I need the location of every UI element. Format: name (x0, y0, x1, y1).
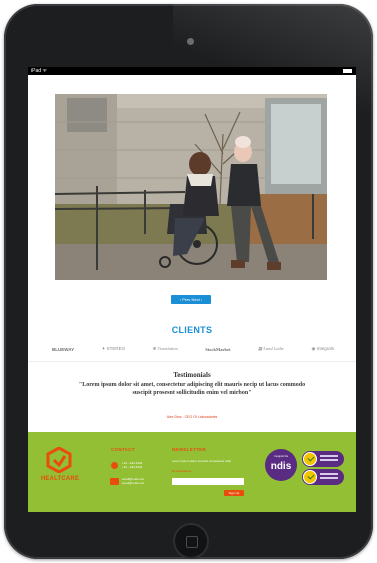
phone-numbers[interactable]: +44 - 444 4444 +44 - 444 4444 (122, 461, 142, 469)
newsletter-heading: NEWSLETTER (172, 447, 206, 452)
carrier-label: iPad ᯤ (31, 68, 47, 74)
certified-seal-icon (303, 470, 317, 484)
screen: iPad ᯤ ‹ Prev Next › CLIENTS BLUEWAY ✦ S… (28, 67, 356, 512)
newsletter-email-label: Email Address (172, 469, 192, 473)
email-addresses[interactable]: email@mail.com email@mail.com (122, 477, 144, 485)
battery-icon (343, 69, 352, 73)
home-button-icon[interactable] (175, 525, 207, 557)
newsletter-email-input[interactable] (172, 478, 244, 485)
ndis-wordmark: ndis (270, 461, 292, 472)
phone-icon (111, 462, 118, 469)
status-bar: iPad ᯤ (28, 67, 356, 75)
email-line[interactable]: email@mail.com (122, 481, 144, 485)
testimonial-quote: "Lorem ipsum dolor sit amet, consectetur… (78, 382, 306, 396)
newsletter-description: Lorem ipsum dolor sit amet consectetur a… (172, 459, 232, 463)
client-logos: BLUEWAY ✦ STEREO ❋ Translation StockMark… (52, 344, 334, 354)
site-footer: HEALTCARE CONTACT +44 - 444 4444 +44 - 4… (28, 432, 356, 512)
ipad-frame: iPad ᯤ ‹ Prev Next › CLIENTS BLUEWAY ✦ S… (4, 4, 373, 559)
client-logo[interactable]: BLUEWAY (52, 347, 74, 352)
certified-seal-icon (303, 452, 317, 466)
phone-line[interactable]: +44 - 444 4444 (122, 465, 142, 469)
sign-up-button[interactable]: Sign Up (224, 490, 244, 496)
brand-name: HEALTCARE (40, 476, 80, 482)
contact-heading: CONTACT (111, 447, 135, 452)
client-logo[interactable]: ✦ STEREO (102, 346, 126, 352)
testimonial-author: Alex Dew - CEO Of Laboratories (166, 415, 218, 419)
certification-badge (302, 451, 344, 467)
ndis-badge: I support the ndis (265, 449, 297, 481)
client-logo[interactable]: ❋ Translation (153, 346, 178, 352)
healthcare-logo[interactable] (46, 447, 72, 473)
slider-pager[interactable]: ‹ Prev Next › (171, 295, 211, 304)
section-divider (28, 361, 356, 362)
client-logo[interactable]: ▦ Land Ladie (258, 346, 284, 352)
client-logo[interactable]: ◉ Integrals (312, 346, 334, 352)
ndis-support-text: I support the (273, 455, 289, 458)
hero-photo (55, 94, 327, 280)
testimonials-heading: Testimonials (173, 371, 211, 379)
mail-icon (110, 478, 119, 485)
clients-heading: CLIENTS (171, 325, 213, 335)
client-logo[interactable]: StockMarket (205, 347, 230, 352)
certification-badge (302, 469, 344, 485)
camera-icon (187, 38, 194, 45)
